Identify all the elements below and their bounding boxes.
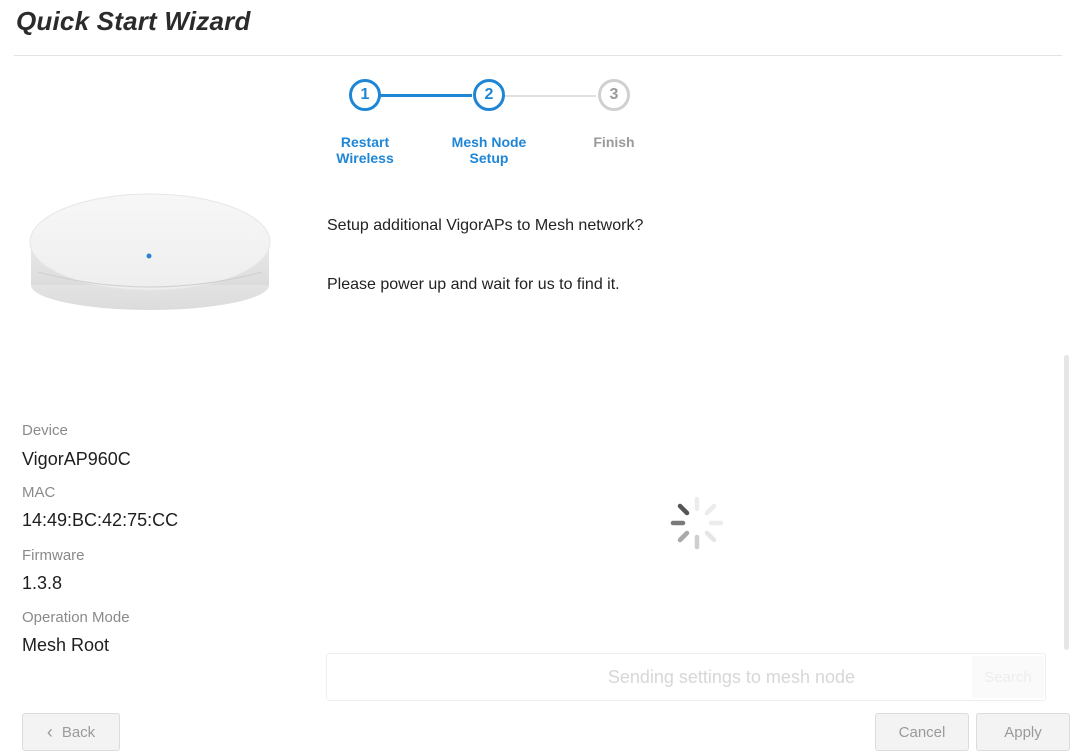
mac-label: MAC [22, 484, 56, 501]
step-2-label-line1: Mesh Node [451, 134, 527, 150]
step-1-label-line2: Wireless [336, 150, 394, 166]
mac-value: 14:49:BC:42:75:CC [22, 510, 179, 530]
step-2-label: Mesh Node Setup [434, 134, 544, 166]
device-value: VigorAP960C [22, 449, 131, 469]
step-3-label-line1: Finish [593, 134, 635, 150]
step-connector-2-3 [504, 95, 596, 97]
step-1-label: Restart Wireless [310, 134, 420, 166]
device-label: Device [22, 422, 68, 439]
step-1-indicator: 1 [349, 79, 381, 111]
back-button-label: Back [61, 723, 96, 741]
operation-mode-value: Mesh Root [22, 635, 110, 655]
firmware-value: 1.3.8 [22, 573, 63, 593]
apply-button[interactable]: Apply [976, 713, 1070, 751]
wizard-title: Quick Start Wizard [16, 6, 251, 36]
step-2-number: 2 [484, 86, 494, 103]
step-3-label: Finish [559, 134, 669, 150]
step-1-number: 1 [360, 86, 370, 103]
loading-spinner-icon [670, 496, 724, 550]
access-point-image [29, 193, 271, 310]
operation-mode-label: Operation Mode [22, 609, 130, 626]
chevron-left-icon: ‹ [46, 721, 53, 742]
step-2-label-line2: Setup [469, 150, 509, 166]
mesh-setup-question: Setup additional VigorAPs to Mesh networ… [327, 217, 644, 234]
back-button[interactable]: ‹ Back [22, 713, 120, 751]
step-3-indicator: 3 [598, 79, 630, 111]
step-1-label-line1: Restart [340, 134, 390, 150]
title-divider [14, 55, 1062, 56]
apply-button-label: Apply [1004, 723, 1042, 741]
power-up-instruction: Please power up and wait for us to find … [327, 276, 620, 293]
cancel-button[interactable]: Cancel [875, 713, 969, 751]
firmware-label: Firmware [22, 547, 85, 564]
step-3-number: 3 [609, 86, 619, 103]
cancel-button-label: Cancel [898, 723, 946, 741]
results-scrollbar[interactable] [1064, 355, 1069, 650]
status-message: Sending settings to mesh node [607, 667, 855, 687]
step-2-indicator: 2 [473, 79, 505, 111]
search-button[interactable]: Search [972, 656, 1044, 698]
step-connector-1-2 [380, 94, 472, 97]
